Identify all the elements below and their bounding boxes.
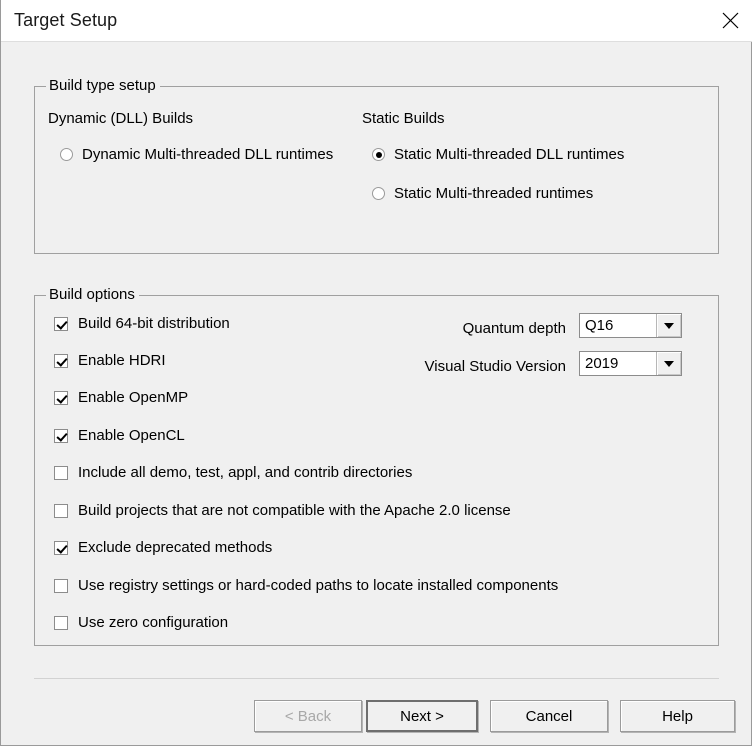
checkbox-enable-opencl[interactable]: Enable OpenCL [54, 428, 185, 443]
checkbox-build-64-bit-distribution[interactable]: Build 64-bit distribution [54, 316, 230, 331]
checkbox-icon [54, 354, 68, 368]
checkbox-exclude-deprecated-methods[interactable]: Exclude deprecated methods [54, 540, 272, 555]
checkbox-icon [54, 504, 68, 518]
target-setup-dialog: Target Setup Build type setup Dynamic (D… [0, 0, 752, 746]
back-button[interactable]: < Back [254, 700, 362, 732]
checkbox-label: Include all demo, test, appl, and contri… [78, 465, 412, 480]
radio-dynamic-multithreaded-dll-runtimes[interactable]: Dynamic Multi-threaded DLL runtimes [60, 147, 333, 162]
checkbox-label: Build projects that are not compatible w… [78, 503, 511, 518]
checkbox-icon [54, 429, 68, 443]
radio-label: Static Multi-threaded DLL runtimes [394, 147, 624, 162]
checkbox-icon [54, 579, 68, 593]
radio-icon [372, 187, 385, 200]
quantum-depth-label: Quantum depth [463, 320, 566, 337]
checkbox-label: Enable OpenCL [78, 428, 185, 443]
title-bar: Target Setup [1, 0, 752, 42]
checkbox-label: Enable HDRI [78, 353, 166, 368]
checkbox-use-registry-settings-hardcoded-paths[interactable]: Use registry settings or hard-coded path… [54, 578, 558, 593]
visual-studio-version-label: Visual Studio Version [425, 358, 566, 375]
checkbox-label: Exclude deprecated methods [78, 540, 272, 555]
quantum-depth-value: Q16 [580, 314, 656, 337]
build-type-setup-group: Build type setup Dynamic (DLL) Builds St… [34, 86, 719, 254]
close-button[interactable] [707, 0, 752, 41]
checkbox-enable-openmp[interactable]: Enable OpenMP [54, 390, 188, 405]
checkbox-build-projects-not-apache-compatible[interactable]: Build projects that are not compatible w… [54, 503, 511, 518]
chevron-down-icon[interactable] [656, 314, 681, 337]
static-builds-heading: Static Builds [362, 110, 445, 127]
checkbox-label: Enable OpenMP [78, 390, 188, 405]
dynamic-builds-heading: Dynamic (DLL) Builds [48, 110, 193, 127]
chevron-down-icon[interactable] [656, 352, 681, 375]
checkbox-icon [54, 317, 68, 331]
radio-static-multithreaded-dll-runtimes[interactable]: Static Multi-threaded DLL runtimes [372, 147, 624, 162]
checkbox-icon [54, 616, 68, 630]
visual-studio-version-value: 2019 [580, 352, 656, 375]
checkbox-label: Use zero configuration [78, 615, 228, 630]
checkbox-icon [54, 541, 68, 555]
window-title: Target Setup [14, 10, 117, 31]
footer-separator [34, 678, 719, 679]
checkbox-enable-hdri[interactable]: Enable HDRI [54, 353, 166, 368]
checkbox-icon [54, 466, 68, 480]
visual-studio-version-select[interactable]: 2019 [579, 351, 682, 376]
checkbox-use-zero-configuration[interactable]: Use zero configuration [54, 615, 228, 630]
build-options-group: Build options Build 64-bit distribution … [34, 295, 719, 646]
next-button[interactable]: Next > [366, 700, 478, 732]
radio-static-multithreaded-runtimes[interactable]: Static Multi-threaded runtimes [372, 186, 593, 201]
checkbox-icon [54, 391, 68, 405]
build-options-legend: Build options [46, 286, 139, 304]
radio-label: Dynamic Multi-threaded DLL runtimes [82, 147, 333, 162]
radio-label: Static Multi-threaded runtimes [394, 186, 593, 201]
radio-icon [60, 148, 73, 161]
build-type-setup-legend: Build type setup [46, 77, 160, 95]
checkbox-label: Build 64-bit distribution [78, 316, 230, 331]
radio-icon [372, 148, 385, 161]
close-icon [722, 12, 739, 29]
help-button[interactable]: Help [620, 700, 735, 732]
checkbox-label: Use registry settings or hard-coded path… [78, 578, 558, 593]
checkbox-include-all-demo-test-appl-contrib-directories[interactable]: Include all demo, test, appl, and contri… [54, 465, 412, 480]
quantum-depth-select[interactable]: Q16 [579, 313, 682, 338]
cancel-button[interactable]: Cancel [490, 700, 608, 732]
